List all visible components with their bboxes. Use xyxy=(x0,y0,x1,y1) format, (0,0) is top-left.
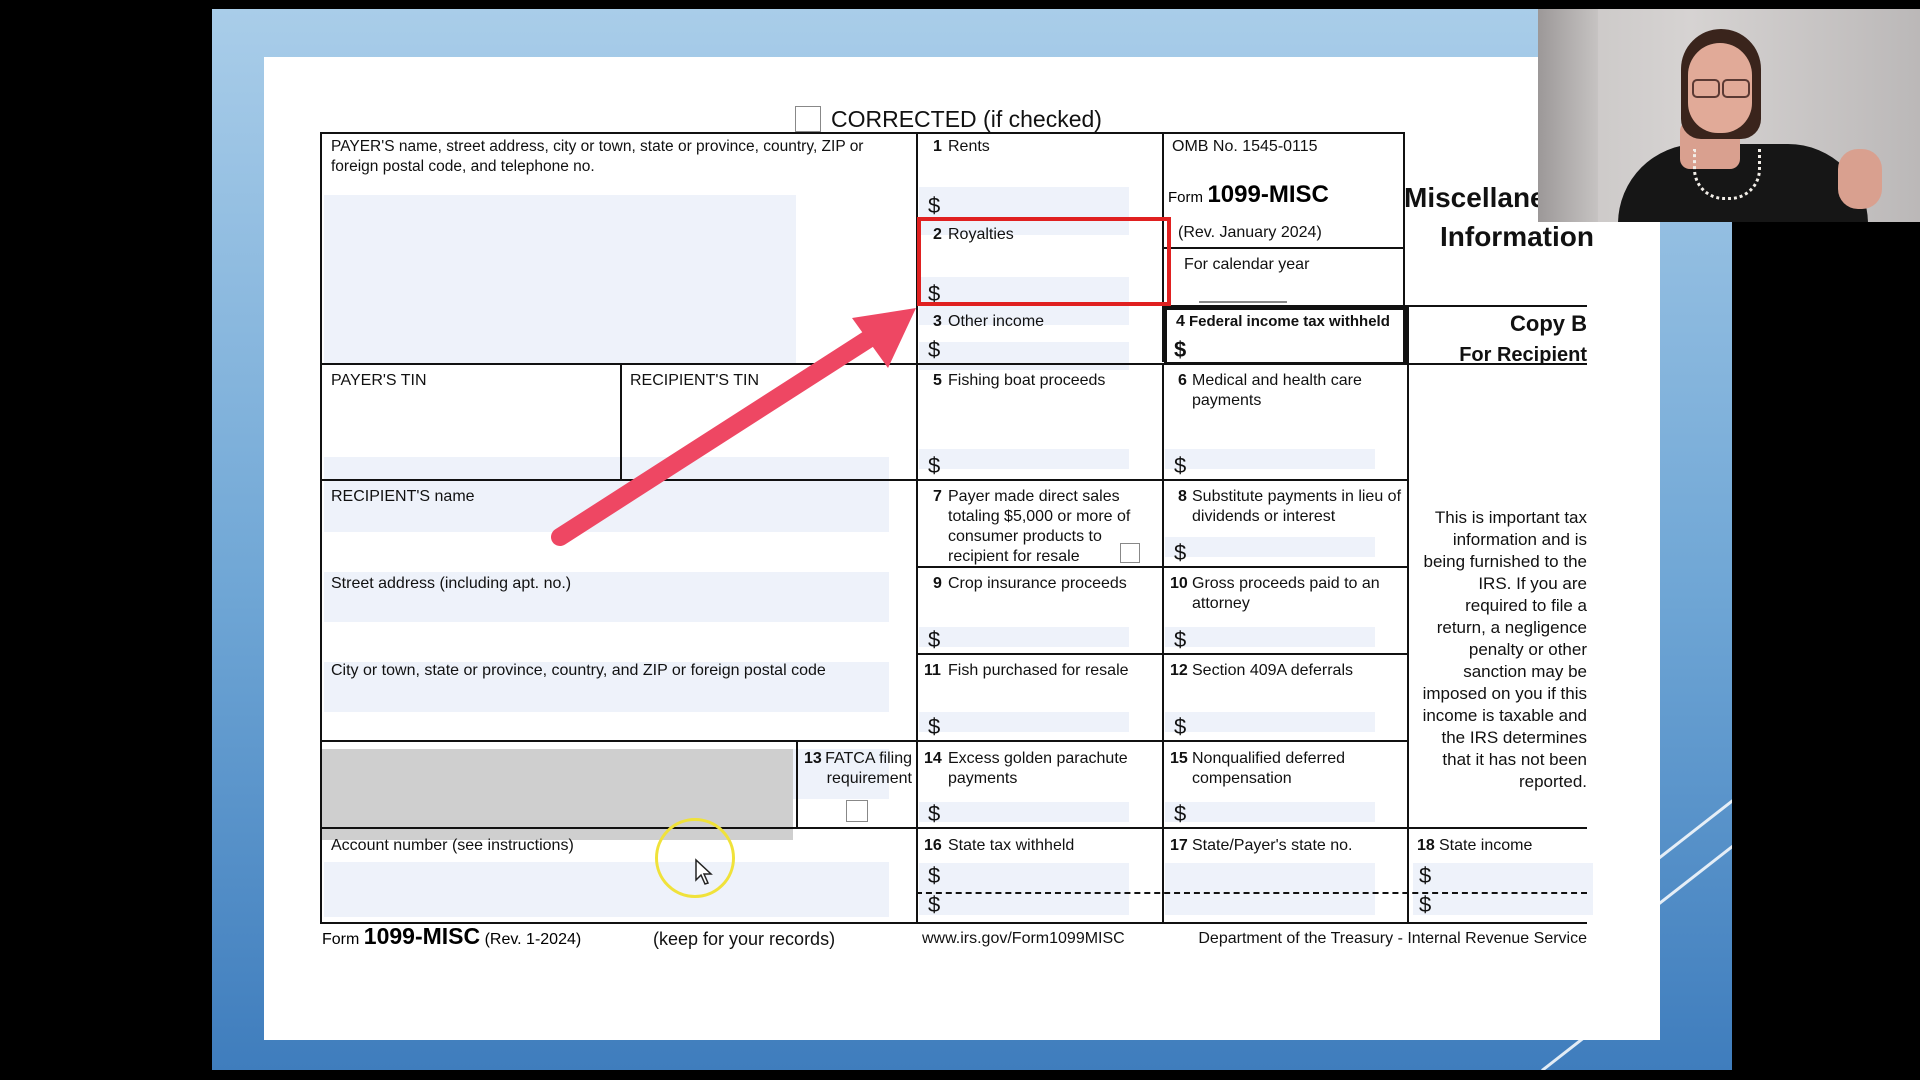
box-18-number: 18 xyxy=(1417,837,1435,854)
box-5-label: Fishing boat proceeds xyxy=(948,372,1106,389)
corrected-checkbox[interactable] xyxy=(795,106,821,132)
box-3-label: Other income xyxy=(948,313,1045,330)
form-name: 1099-MISC xyxy=(1207,181,1329,208)
payer-tin-label: PAYER'S TIN xyxy=(331,372,427,389)
street-address-label: Street address (including apt. no.) xyxy=(331,575,572,592)
box-4-number: 4 xyxy=(1176,313,1185,330)
box-4-dollar: $ xyxy=(1174,337,1187,362)
box-8-dollar: $ xyxy=(1174,540,1187,565)
important-tax-notice: This is important tax information and is… xyxy=(1422,508,1587,791)
box-8-label: Substitute payments in lieu of dividends… xyxy=(1192,488,1402,525)
box-9-label: Crop insurance proceeds xyxy=(948,575,1127,592)
box-15-dollar: $ xyxy=(1174,801,1187,826)
box-7-checkbox[interactable] xyxy=(1120,543,1140,563)
footer-url: www.irs.gov/Form1099MISC xyxy=(922,930,1125,947)
box-18-label: State income xyxy=(1439,837,1533,854)
box-1-dollar: $ xyxy=(928,193,941,218)
footer-keep: (keep for your records) xyxy=(653,929,836,949)
omb-number: OMB No. 1545-0115 xyxy=(1172,138,1318,155)
city-label: City or town, state or province, country… xyxy=(331,662,826,679)
box-11-label: Fish purchased for resale xyxy=(948,662,1129,679)
calendar-year-field[interactable] xyxy=(1199,293,1287,303)
box-16-dollar-1: $ xyxy=(928,863,941,888)
box-12-number: 12 xyxy=(1170,662,1188,679)
box-4-label: Federal income tax withheld xyxy=(1189,313,1390,330)
box-6-dollar: $ xyxy=(1174,453,1187,478)
box-11-dollar: $ xyxy=(928,714,941,739)
box-17-label: State/Payer's state no. xyxy=(1192,837,1353,854)
for-recipient-label: For Recipient xyxy=(1459,344,1587,366)
box-18-dollar-1: $ xyxy=(1419,863,1432,888)
mouse-cursor-icon xyxy=(695,858,713,885)
box-6-number: 6 xyxy=(1178,372,1187,389)
box-10-label: Gross proceeds paid to an attorney xyxy=(1192,575,1380,612)
box-16-number: 16 xyxy=(924,837,942,854)
box-6-label: Medical and health care payments xyxy=(1192,372,1362,409)
revision-date: (Rev. January 2024) xyxy=(1178,224,1322,241)
box-15-number: 15 xyxy=(1170,750,1188,767)
box-7-number: 7 xyxy=(933,488,942,505)
box-14-dollar: $ xyxy=(928,801,941,826)
corrected-label: CORRECTED (if checked) xyxy=(831,106,1102,132)
box-13-number: 13 xyxy=(804,750,822,767)
fatca-checkbox[interactable] xyxy=(846,800,868,822)
recipient-tin-label: RECIPIENT'S TIN xyxy=(630,372,759,389)
recipient-name-label: RECIPIENT'S name xyxy=(331,488,475,505)
footer-department: Department of the Treasury - Internal Re… xyxy=(1198,930,1587,947)
box-15-label: Nonqualified deferred compensation xyxy=(1192,750,1345,787)
box-9-number: 9 xyxy=(933,575,942,592)
form-title-line2: Information xyxy=(1440,221,1594,252)
box-1-number: 1 xyxy=(933,138,942,155)
box-14-number: 14 xyxy=(924,750,942,767)
box-16-label: State tax withheld xyxy=(948,837,1075,854)
box-14-label: Excess golden parachute payments xyxy=(948,750,1128,787)
box-11-number: 11 xyxy=(924,662,941,679)
box-1-label: Rents xyxy=(948,138,990,155)
box-5-number: 5 xyxy=(933,372,942,389)
box-3-dollar: $ xyxy=(928,337,941,362)
footer-form-number: 1099-MISC xyxy=(363,923,481,949)
royalties-highlight xyxy=(917,217,1171,306)
footer-rev: (Rev. 1-2024) xyxy=(484,931,582,948)
box-3-number: 3 xyxy=(933,313,942,330)
box-10-number: 10 xyxy=(1170,575,1188,592)
account-number-label: Account number (see instructions) xyxy=(331,837,574,854)
payer-block-label: PAYER'S name, street address, city or to… xyxy=(331,138,864,175)
box-12-label: Section 409A deferrals xyxy=(1192,662,1353,679)
box-18-dollar-2: $ xyxy=(1419,892,1432,917)
presenter-webcam xyxy=(1538,9,1920,222)
footer-form-name: Form 1099-MISC (Rev. 1-2024) xyxy=(322,923,581,950)
box-17-number: 17 xyxy=(1170,837,1188,854)
form-word: Form xyxy=(1168,189,1203,206)
form-title: Form 1099-MISC xyxy=(1168,181,1329,209)
box-10-dollar: $ xyxy=(1174,627,1187,652)
footer-form-word: Form xyxy=(322,931,360,948)
box-13-label: FATCA filing requirement xyxy=(825,750,912,787)
calendar-year-label: For calendar year xyxy=(1184,256,1310,273)
copy-label: Copy B xyxy=(1510,311,1587,336)
box-12-dollar: $ xyxy=(1174,714,1187,739)
box-8-number: 8 xyxy=(1178,488,1187,505)
irs-form-1099-misc: CORRECTED (if checked) PAYER'S name, str… xyxy=(264,57,1660,1040)
box-16-dollar-2: $ xyxy=(928,892,941,917)
box-5-dollar: $ xyxy=(928,453,941,478)
box-9-dollar: $ xyxy=(928,627,941,652)
